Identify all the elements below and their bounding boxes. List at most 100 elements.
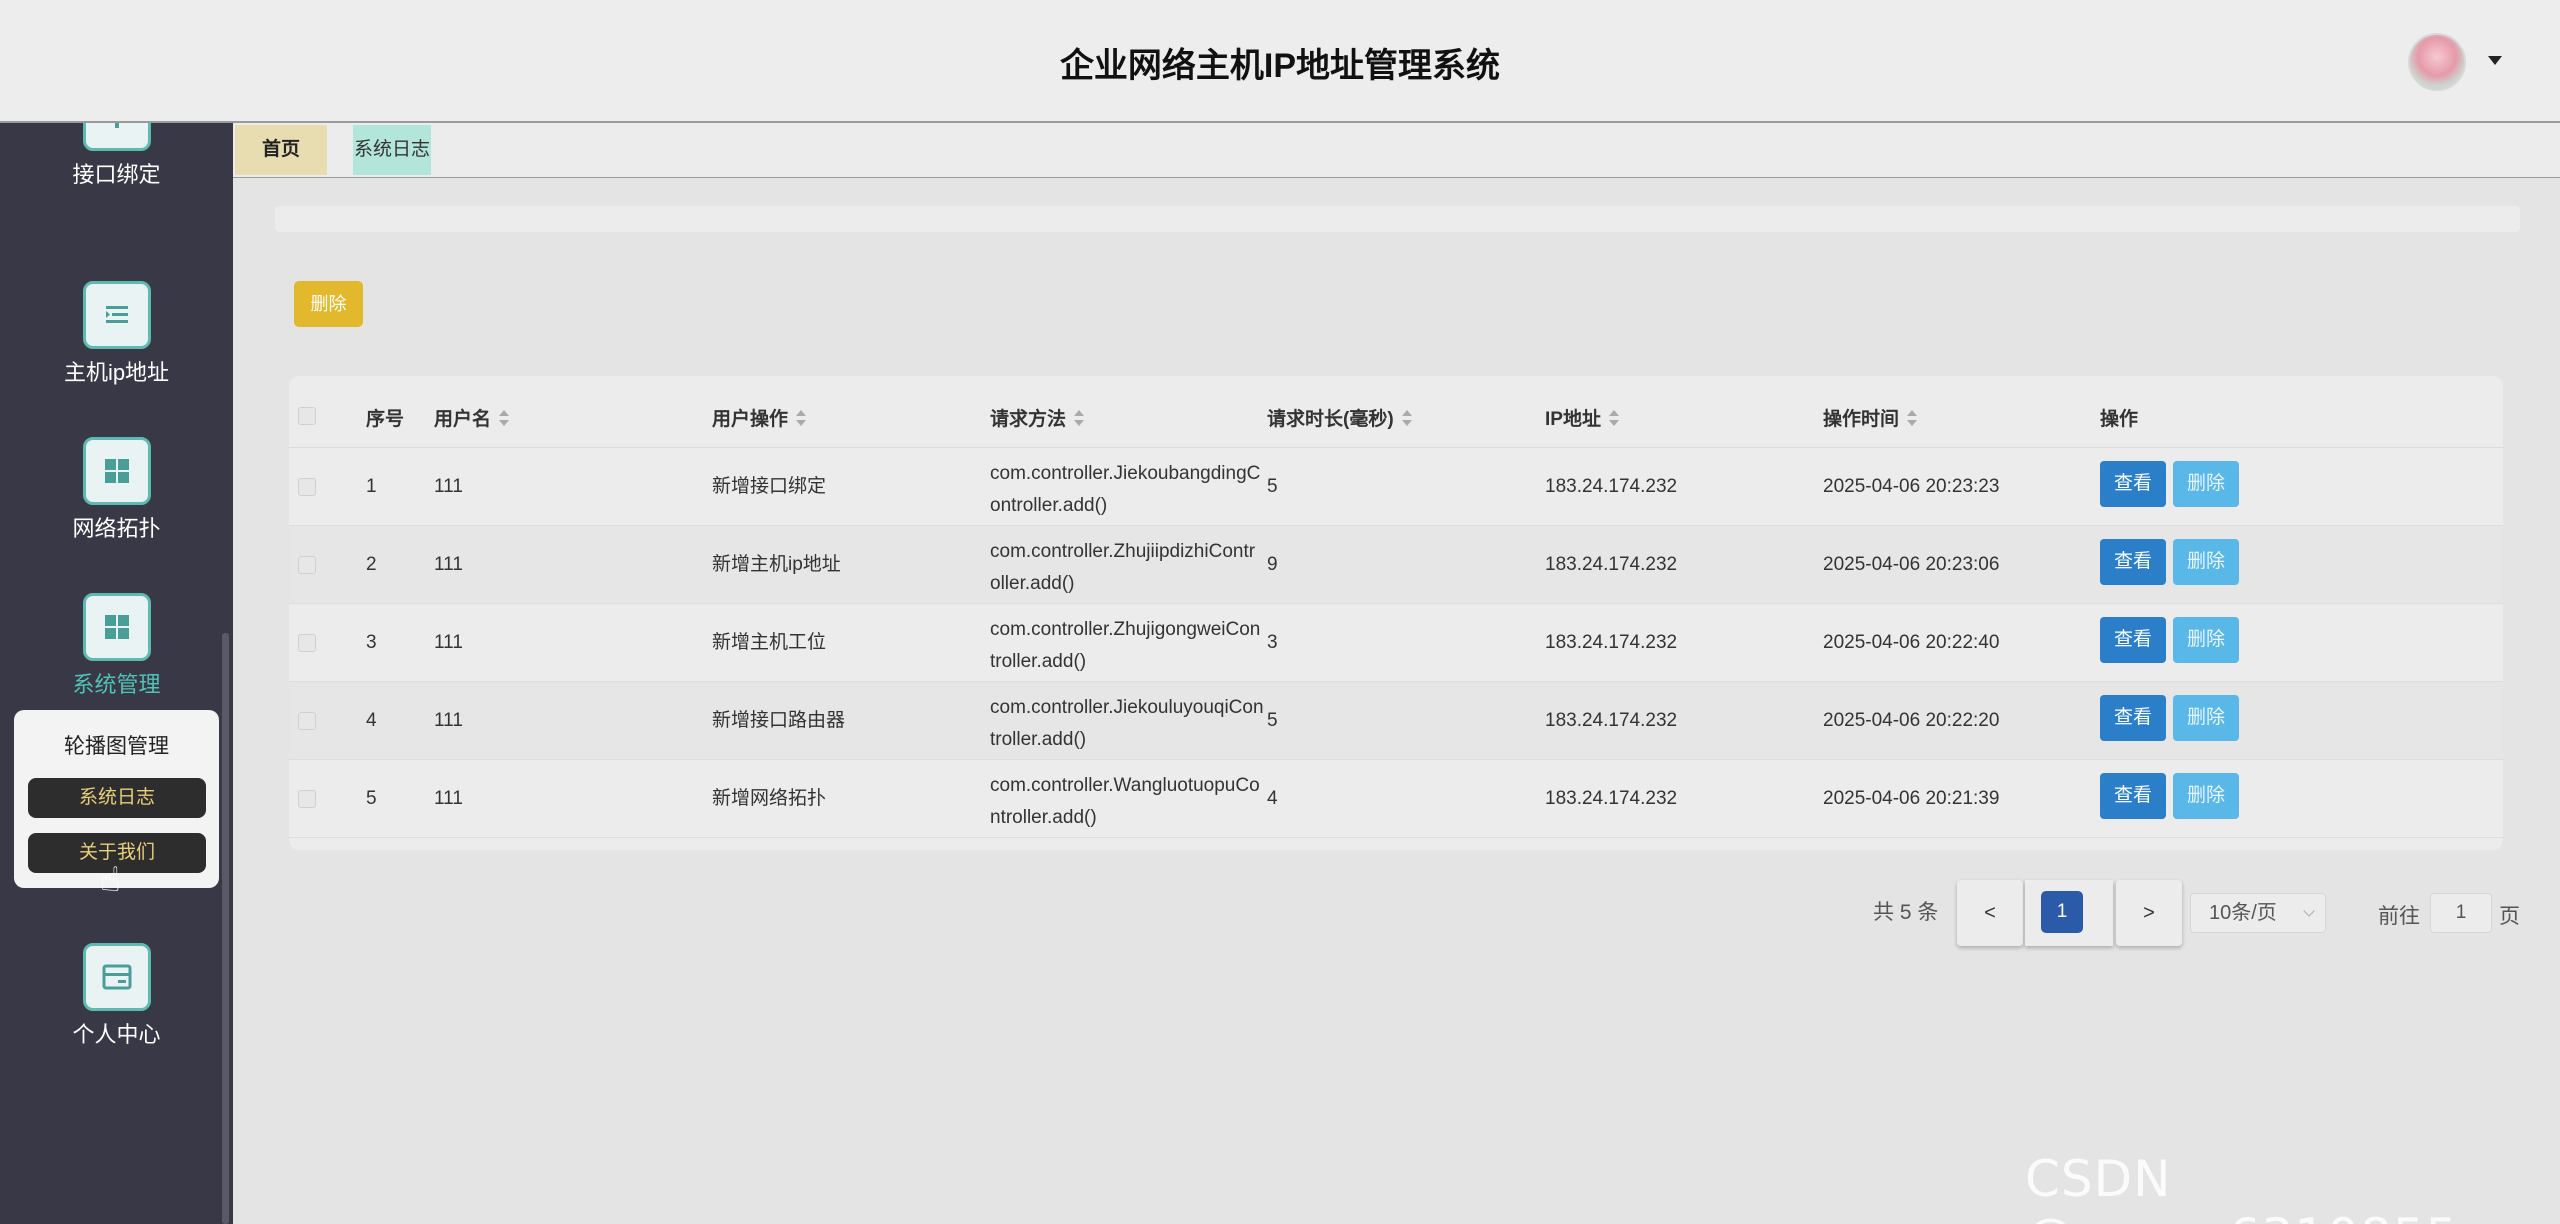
cell-username: 111: [434, 632, 463, 653]
cell-index: 2: [366, 554, 377, 575]
row-checkbox[interactable]: [298, 790, 316, 808]
tab-system-log[interactable]: 系统日志: [353, 125, 431, 175]
row-checkbox[interactable]: [298, 634, 316, 652]
row-checkbox[interactable]: [298, 712, 316, 730]
goto-label: 前往: [2378, 905, 2420, 928]
cell-ip: 183.24.174.232: [1545, 710, 1678, 731]
cell-method: com.controller.ZhujigongweiController.ad…: [990, 619, 1261, 672]
cell-duration: 4: [1267, 788, 1278, 809]
column-header-method[interactable]: 请求方法: [990, 376, 1085, 448]
table-row: 5 111 新增网络拓扑 com.controller.Wangluotuopu…: [289, 760, 2503, 838]
pagination-page-1[interactable]: 1: [2041, 891, 2083, 933]
cell-method: com.controller.ZhujiipdizhiController.ad…: [990, 541, 1256, 594]
row-checkbox[interactable]: [298, 478, 316, 496]
sidebar-item-personal-center[interactable]: 个人中心: [0, 943, 233, 1049]
table-row: 3 111 新增主机工位 com.controller.Zhujigongwei…: [289, 604, 2503, 682]
sidebar-item-host-ip[interactable]: 主机ip地址: [0, 281, 233, 387]
view-button[interactable]: 查看: [2100, 461, 2166, 507]
goto-page-input[interactable]: 1: [2430, 893, 2492, 933]
cell-ip: 183.24.174.232: [1545, 554, 1678, 575]
column-header-index: 序号: [366, 409, 405, 430]
column-header-label: 操作时间: [1823, 409, 1900, 430]
cell-index: 5: [366, 788, 377, 809]
tab-bar: 首页 系统日志: [233, 123, 2560, 178]
sidebar: 接口绑定 主机ip地址 网络拓扑 系统管理 个人中心: [0, 123, 233, 1224]
delete-button[interactable]: 删除: [2173, 695, 2239, 741]
sidebar-item-label: 系统管理: [72, 672, 161, 697]
pagination-prev-button[interactable]: <: [1957, 880, 2023, 946]
sort-icon[interactable]: [1608, 409, 1619, 426]
sidebar-item-interface-binding[interactable]: 接口绑定: [0, 123, 233, 189]
page-size-select[interactable]: 10条/页: [2190, 893, 2326, 933]
column-header-operation[interactable]: 用户操作: [712, 376, 807, 448]
hand-cursor-icon: ☝: [100, 861, 121, 899]
cell-username: 111: [434, 788, 463, 809]
column-header-label: IP地址: [1545, 409, 1601, 430]
cell-operation: 新增接口路由器: [712, 710, 846, 731]
delete-button[interactable]: 删除: [2173, 461, 2239, 507]
cell-time: 2025-04-06 20:22:20: [1823, 710, 2000, 731]
cell-operation: 新增接口绑定: [712, 476, 827, 497]
cell-duration: 3: [1267, 632, 1278, 653]
column-header-label: 用户操作: [712, 409, 789, 430]
sort-icon[interactable]: [499, 409, 510, 426]
delete-button[interactable]: 删除: [2173, 773, 2239, 819]
column-header-label: 请求时长(毫秒): [1267, 409, 1394, 430]
submenu-item-carousel[interactable]: 轮播图管理: [14, 730, 219, 760]
row-checkbox[interactable]: [298, 556, 316, 574]
select-all-checkbox[interactable]: [298, 407, 316, 425]
user-avatar[interactable]: [2408, 33, 2466, 91]
column-header-time[interactable]: 操作时间: [1823, 376, 1918, 448]
batch-delete-button[interactable]: 删除: [294, 281, 363, 327]
sidebar-item-system-management[interactable]: 系统管理: [0, 593, 233, 699]
cell-duration: 9: [1267, 554, 1278, 575]
cell-index: 4: [366, 710, 377, 731]
submenu-item-system-log[interactable]: 系统日志: [28, 778, 206, 818]
cell-method: com.controller.JiekouluyouqiController.a…: [990, 697, 1264, 750]
cell-index: 3: [366, 632, 377, 653]
caret-down-icon[interactable]: [2488, 56, 2502, 65]
column-header-duration[interactable]: 请求时长(毫秒): [1267, 376, 1412, 448]
cell-ip: 183.24.174.232: [1545, 632, 1678, 653]
view-button[interactable]: 查看: [2100, 617, 2166, 663]
cell-username: 111: [434, 476, 463, 497]
delete-button[interactable]: 删除: [2173, 539, 2239, 585]
grid-icon: [82, 593, 151, 661]
list-icon: [82, 281, 151, 349]
column-header-username[interactable]: 用户名: [434, 376, 510, 448]
cell-operation: 新增主机ip地址: [712, 554, 841, 575]
cell-time: 2025-04-06 20:22:40: [1823, 632, 2000, 653]
link-icon: [82, 123, 151, 151]
cell-ip: 183.24.174.232: [1545, 788, 1678, 809]
table-row: 4 111 新增接口路由器 com.controller.Jiekouluyou…: [289, 682, 2503, 760]
cell-ip: 183.24.174.232: [1545, 476, 1678, 497]
table-row: 1 111 新增接口绑定 com.controller.Jiekoubangdi…: [289, 448, 2503, 526]
view-button[interactable]: 查看: [2100, 539, 2166, 585]
table-header: 序号 用户名 用户操作 请求方法 请求时长(毫秒) IP地址 操作时间 操作: [289, 376, 2503, 448]
tab-home[interactable]: 首页: [235, 125, 327, 175]
cell-time: 2025-04-06 20:21:39: [1823, 788, 2000, 809]
view-button[interactable]: 查看: [2100, 773, 2166, 819]
page-size-value: 10条/页: [2209, 902, 2277, 924]
pagination-next-button[interactable]: >: [2116, 880, 2182, 946]
sort-icon[interactable]: [796, 409, 807, 426]
column-header-label: 用户名: [434, 409, 492, 430]
cell-operation: 新增主机工位: [712, 632, 827, 653]
sidebar-item-label: 网络拓扑: [72, 516, 161, 541]
cell-operation: 新增网络拓扑: [712, 788, 827, 809]
cell-method: com.controller.JiekoubangdingController.…: [990, 463, 1261, 516]
watermark: CSDN @qqvx_6310855: [2025, 1150, 2457, 1224]
sidebar-item-network-topology[interactable]: 网络拓扑: [0, 437, 233, 543]
delete-button[interactable]: 删除: [2173, 617, 2239, 663]
app-title: 企业网络主机IP地址管理系统: [1059, 47, 1501, 85]
sidebar-item-label: 个人中心: [72, 1022, 161, 1047]
column-header-ip[interactable]: IP地址: [1545, 376, 1619, 448]
sort-icon[interactable]: [1401, 409, 1412, 426]
view-button[interactable]: 查看: [2100, 695, 2166, 741]
cell-duration: 5: [1267, 476, 1278, 497]
column-header-actions: 操作: [2100, 409, 2139, 430]
sort-icon[interactable]: [1074, 409, 1085, 426]
grid-icon: [82, 437, 151, 505]
sidebar-scrollbar[interactable]: [222, 633, 229, 1224]
sort-icon[interactable]: [1907, 409, 1918, 426]
